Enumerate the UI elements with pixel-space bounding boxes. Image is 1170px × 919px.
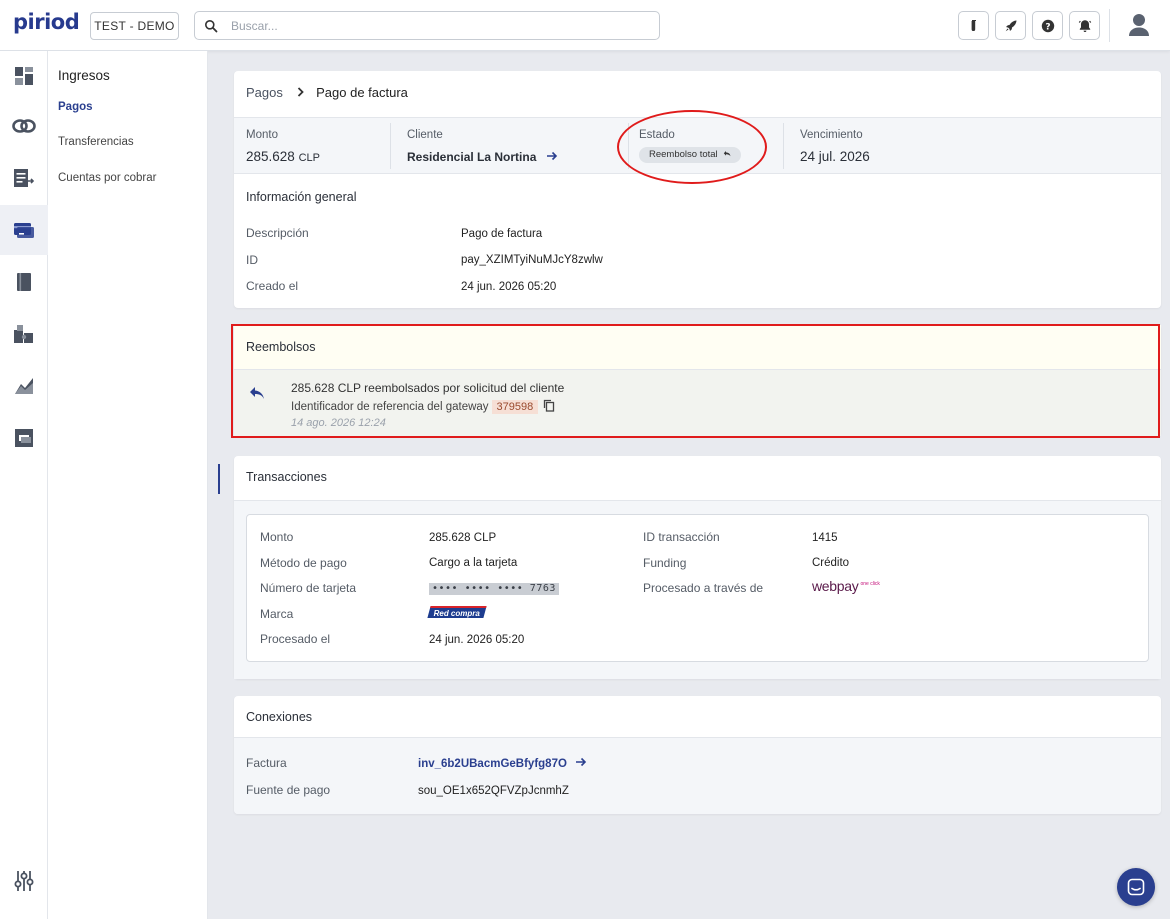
- id-value: pay_XZIMTyiNuMJcY8zwlw: [461, 254, 603, 266]
- id-label: ID: [246, 253, 258, 267]
- chevron-right-icon: [297, 87, 304, 97]
- refunds-highlight-box: [231, 324, 1160, 438]
- puzzle-icon: [14, 325, 33, 343]
- page-title: Pago de factura: [316, 85, 408, 100]
- app-logo[interactable]: piriod: [13, 10, 80, 34]
- help-button[interactable]: ?: [1032, 11, 1063, 40]
- rail-item-settings-layers[interactable]: [0, 413, 48, 463]
- rail-item-reports[interactable]: [0, 361, 48, 411]
- payment-source-value: sou_OE1x652QFVZpJcnmhZ: [418, 785, 569, 797]
- rail-item-dashboard[interactable]: [0, 51, 48, 101]
- client-link[interactable]: Residencial La Nortina: [407, 150, 558, 164]
- connections-card: Conexiones Factura inv_6b2UBacmGeBfyfg87…: [234, 696, 1161, 814]
- rail-item-apps[interactable]: [0, 309, 48, 359]
- transaction-item: Monto 285.628 CLP Método de pago Cargo a…: [246, 514, 1149, 662]
- bell-icon: [1078, 19, 1091, 32]
- transactions-card: Transacciones Monto 285.628 CLP Método d…: [234, 456, 1161, 679]
- tx-method-value: Cargo a la tarjeta: [429, 557, 518, 569]
- subnav-item-cuentas-por-cobrar[interactable]: Cuentas por cobrar: [58, 172, 156, 184]
- tx-amount-label: Monto: [260, 530, 294, 544]
- connections-title: Conexiones: [246, 710, 313, 724]
- tx-brand-label: Marca: [260, 607, 294, 621]
- payment-detail-card: Pagos Pago de factura Monto 285.628 CLP …: [234, 71, 1161, 308]
- payments-card-icon: [14, 223, 34, 238]
- due-label: Vencimiento: [800, 129, 863, 141]
- help-icon: ?: [1041, 19, 1054, 32]
- book-icon: [17, 273, 31, 291]
- tx-card-number-label: Número de tarjeta: [260, 581, 357, 595]
- tx-funding-label: Funding: [643, 556, 687, 570]
- link-icon: [12, 119, 36, 133]
- breadcrumb-pagos-link[interactable]: Pagos: [246, 85, 283, 100]
- subnav-item-transferencias[interactable]: Transferencias: [58, 136, 134, 148]
- dashboard-icon: [15, 67, 33, 85]
- tx-processed-value: 24 jun. 2026 05:20: [429, 634, 525, 646]
- webpay-logo: webpay one click: [812, 578, 880, 594]
- section-heading: Ingresos: [58, 68, 110, 83]
- search-input[interactable]: [231, 17, 631, 35]
- chat-launcher-button[interactable]: [1117, 868, 1155, 906]
- summary-divider: [390, 123, 391, 169]
- scroll-indicator[interactable]: [218, 464, 220, 494]
- layers-icon: [15, 429, 33, 447]
- breadcrumb: Pagos Pago de factura: [246, 85, 408, 100]
- svg-text:?: ?: [1045, 22, 1050, 32]
- invoice-label: Factura: [246, 756, 287, 770]
- rail-item-preferences[interactable]: [0, 856, 48, 906]
- description-label: Descripción: [246, 226, 309, 240]
- amount-value: 285.628 CLP: [246, 149, 320, 164]
- rail-item-payments[interactable]: [0, 205, 48, 255]
- status-highlight-ellipse: [617, 110, 767, 184]
- rail-item-catalog[interactable]: [0, 257, 48, 307]
- invoice-icon: [14, 169, 35, 187]
- invoice-link[interactable]: inv_6b2UBacmGeBfyfg87O: [418, 757, 587, 770]
- rail-item-invoices[interactable]: [0, 153, 48, 203]
- arrow-right-icon: [546, 151, 557, 161]
- arrow-right-icon: [576, 757, 587, 767]
- rail-item-integrations[interactable]: [0, 101, 48, 151]
- redcompra-logo: Red compra: [427, 606, 487, 618]
- subnav-item-pagos[interactable]: Pagos: [58, 101, 93, 113]
- tx-funding-value: Crédito: [812, 557, 850, 569]
- tx-amount-value: 285.628 CLP: [429, 532, 497, 544]
- search-icon: [205, 20, 218, 33]
- connections-body: [234, 737, 1161, 814]
- transactions-title: Transacciones: [246, 470, 327, 484]
- amount-label: Monto: [246, 129, 278, 141]
- whats-new-button[interactable]: [995, 11, 1026, 40]
- client-label: Cliente: [407, 129, 443, 141]
- top-bar: piriod TEST - DEMO ?: [0, 0, 1170, 51]
- summary-divider: [783, 123, 784, 169]
- environment-selector[interactable]: TEST - DEMO: [90, 12, 179, 40]
- user-icon[interactable]: [1127, 12, 1151, 38]
- due-value: 24 jul. 2026: [800, 149, 870, 164]
- test-mode-button[interactable]: [958, 11, 989, 40]
- icon-rail: [0, 51, 48, 919]
- chat-icon: [1127, 878, 1145, 896]
- topbar-divider: [1109, 9, 1110, 42]
- payment-source-label: Fuente de pago: [246, 783, 331, 797]
- section-sidebar: Ingresos Pagos Transferencias Cuentas po…: [48, 51, 208, 919]
- tx-processed-label: Procesado el: [260, 632, 331, 646]
- tx-card-number-value: •••• •••• •••• 7763: [429, 583, 559, 595]
- notifications-button[interactable]: [1069, 11, 1100, 40]
- created-value: 24 jun. 2026 05:20: [461, 281, 557, 293]
- search-box[interactable]: [194, 11, 660, 40]
- tx-gateway-label: Procesado a través de: [643, 581, 764, 595]
- general-info-title: Información general: [246, 190, 357, 204]
- rocket-icon: [1005, 20, 1016, 31]
- tx-method-label: Método de pago: [260, 556, 347, 570]
- chart-area-icon: [15, 378, 33, 394]
- created-label: Creado el: [246, 279, 299, 293]
- tx-id-label: ID transacción: [643, 530, 720, 544]
- description-value: Pago de factura: [461, 228, 543, 240]
- tx-id-value: 1415: [812, 532, 838, 544]
- flask-icon: [971, 19, 976, 31]
- settings-sliders-icon: [14, 871, 34, 891]
